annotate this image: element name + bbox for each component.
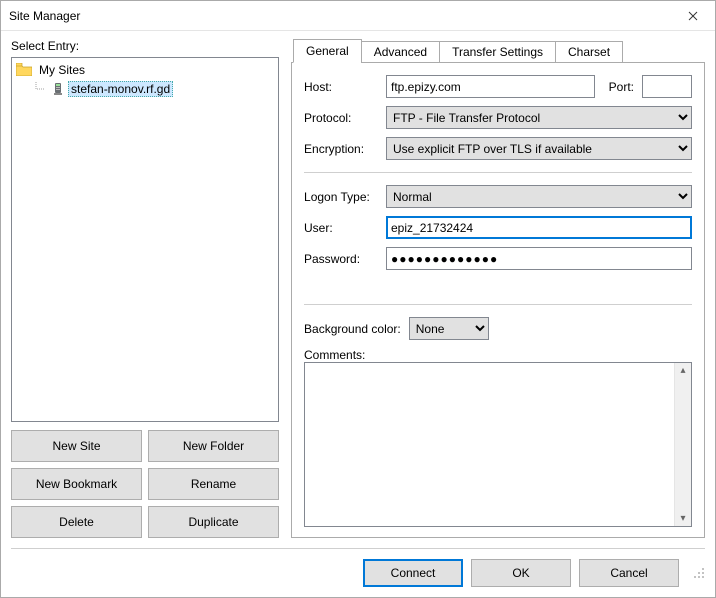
duplicate-button[interactable]: Duplicate	[148, 506, 279, 538]
site-tree[interactable]: My Sites stefan-monov.rf.gd	[11, 57, 279, 422]
new-bookmark-button[interactable]: New Bookmark	[11, 468, 142, 500]
right-pane: General Advanced Transfer Settings Chars…	[291, 39, 705, 538]
protocol-select[interactable]: FTP - File Transfer Protocol	[386, 106, 692, 129]
rename-button[interactable]: Rename	[148, 468, 279, 500]
tree-root-label: My Sites	[36, 62, 88, 78]
comments-label: Comments:	[304, 348, 692, 362]
tab-general[interactable]: General	[293, 39, 362, 63]
password-label: Password:	[304, 252, 378, 266]
connect-button[interactable]: Connect	[363, 559, 463, 587]
background-color-select[interactable]: None	[409, 317, 489, 340]
left-pane: Select Entry: My Sites	[11, 39, 279, 538]
left-buttons: New Site New Folder New Bookmark Rename …	[11, 430, 279, 538]
spacer	[304, 278, 692, 292]
window-title: Site Manager	[9, 9, 670, 23]
separator	[304, 172, 692, 173]
upper-area: Select Entry: My Sites	[11, 39, 705, 538]
background-color-row: Background color: None	[304, 317, 692, 340]
user-input[interactable]	[386, 216, 692, 239]
logon-type-select[interactable]: Normal	[386, 185, 692, 208]
protocol-label: Protocol:	[304, 111, 378, 125]
password-input[interactable]	[386, 247, 692, 270]
password-row: Password:	[304, 247, 692, 270]
host-row: Host: Port:	[304, 75, 692, 98]
encryption-select[interactable]: Use explicit FTP over TLS if available	[386, 137, 692, 160]
host-input[interactable]	[386, 75, 595, 98]
tree-root-my-sites[interactable]: My Sites	[12, 60, 278, 79]
server-icon	[52, 82, 64, 96]
tree-connector-icon	[34, 82, 48, 96]
site-manager-window: Site Manager Select Entry: My Sites	[0, 0, 716, 598]
new-site-button[interactable]: New Site	[11, 430, 142, 462]
tree-site-item[interactable]: stefan-monov.rf.gd	[12, 79, 278, 98]
new-folder-button[interactable]: New Folder	[148, 430, 279, 462]
encryption-label: Encryption:	[304, 142, 378, 156]
separator-2	[304, 304, 692, 305]
tree-site-label: stefan-monov.rf.gd	[68, 81, 173, 97]
logon-type-row: Logon Type: Normal	[304, 185, 692, 208]
scroll-up-icon[interactable]: ▴	[680, 363, 685, 378]
protocol-row: Protocol: FTP - File Transfer Protocol	[304, 106, 692, 129]
bottom-button-bar: Connect OK Cancel	[11, 548, 705, 587]
host-label: Host:	[304, 80, 378, 94]
tab-transfer-settings[interactable]: Transfer Settings	[439, 41, 556, 63]
encryption-row: Encryption: Use explicit FTP over TLS if…	[304, 137, 692, 160]
ok-button[interactable]: OK	[471, 559, 571, 587]
port-label: Port:	[609, 80, 634, 94]
close-button[interactable]	[670, 1, 715, 30]
tab-bar: General Advanced Transfer Settings Chars…	[291, 39, 705, 63]
user-row: User:	[304, 216, 692, 239]
comments-area: Comments: ▴ ▾	[304, 348, 692, 527]
content: Select Entry: My Sites	[1, 31, 715, 597]
tab-charset[interactable]: Charset	[555, 41, 623, 63]
scroll-down-icon[interactable]: ▾	[680, 511, 685, 526]
titlebar: Site Manager	[1, 1, 715, 31]
resize-grip-icon[interactable]	[689, 567, 705, 579]
select-entry-label: Select Entry:	[11, 39, 279, 53]
close-icon	[688, 11, 698, 21]
logon-type-label: Logon Type:	[304, 190, 378, 204]
folder-icon	[16, 63, 32, 76]
background-color-label: Background color:	[304, 322, 401, 336]
general-panel: Host: Port: Protocol: FTP - File Transfe…	[291, 63, 705, 538]
port-input[interactable]	[642, 75, 692, 98]
comments-textarea[interactable]: ▴ ▾	[304, 362, 692, 527]
cancel-button[interactable]: Cancel	[579, 559, 679, 587]
delete-button[interactable]: Delete	[11, 506, 142, 538]
tab-advanced[interactable]: Advanced	[361, 41, 440, 63]
scrollbar[interactable]: ▴ ▾	[674, 363, 691, 526]
user-label: User:	[304, 221, 378, 235]
